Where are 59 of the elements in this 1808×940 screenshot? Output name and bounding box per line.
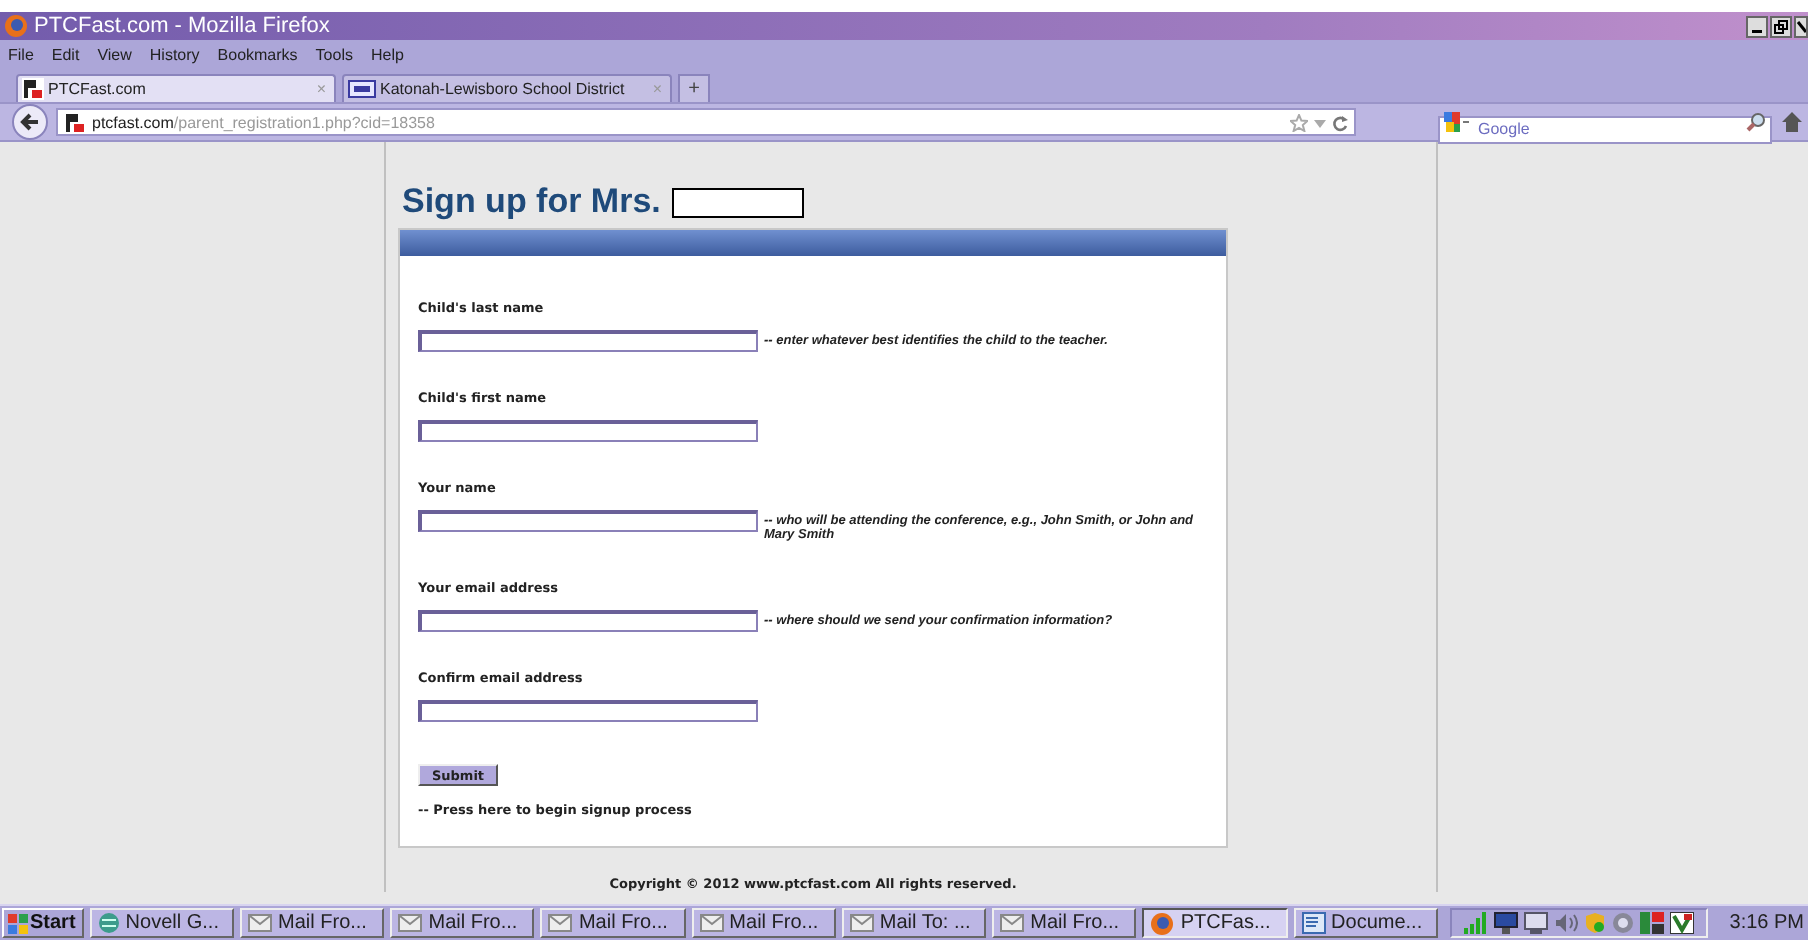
home-icon[interactable] — [1780, 110, 1804, 134]
browser-tab[interactable]: Katonah-Lewisboro School District × — [342, 74, 672, 102]
browser-tab[interactable]: PTCFast.com × — [16, 74, 336, 102]
menu-item[interactable]: Edit — [51, 45, 80, 63]
globe-icon — [97, 912, 120, 934]
firefox-icon — [4, 14, 28, 38]
envelope-icon — [1000, 914, 1025, 932]
envelope-icon — [849, 914, 874, 932]
taskbar-button[interactable]: Novell G... — [89, 908, 235, 938]
google-icon[interactable] — [1444, 112, 1470, 132]
address-bar[interactable]: ptcfast.com/parent_registration1.php?cid=18358 — [56, 108, 1356, 136]
flag-icon[interactable] — [1639, 912, 1664, 934]
close-icon[interactable] — [1794, 15, 1808, 37]
menu-item[interactable]: Help — [370, 45, 404, 63]
monitor-icon[interactable] — [1493, 912, 1518, 934]
input-field[interactable] — [418, 330, 758, 352]
input-field[interactable] — [418, 610, 758, 632]
menu-item[interactable]: File — [8, 45, 34, 63]
minimize-icon[interactable] — [1746, 15, 1768, 37]
star-icon[interactable] — [1290, 113, 1308, 131]
window-title: PTCFast.com - Mozilla Firefox — [34, 14, 330, 38]
taskbar-button[interactable]: PTCFas... — [1142, 908, 1288, 938]
app-icon[interactable] — [1669, 912, 1694, 934]
document-icon — [1301, 912, 1326, 934]
envelope-icon — [248, 914, 273, 932]
menu-item[interactable]: Tools — [315, 45, 353, 63]
page-heading: Sign up for Mrs. — [402, 182, 661, 222]
disc-icon[interactable] — [1611, 912, 1634, 934]
windows-logo-icon — [8, 913, 28, 933]
menu-item[interactable]: Bookmarks — [217, 45, 298, 63]
reload-icon[interactable] — [1332, 113, 1348, 131]
computer-icon[interactable] — [1523, 912, 1548, 934]
search-icon[interactable] — [1746, 112, 1766, 132]
input-field[interactable] — [418, 700, 758, 722]
ptc-logo-icon — [64, 111, 86, 133]
back-button-icon[interactable] — [12, 104, 48, 140]
taskbar-button[interactable]: Mail To: ... — [841, 908, 987, 938]
school-logo-icon — [348, 80, 376, 98]
redaction-box — [672, 187, 805, 217]
firefox-icon — [1150, 911, 1175, 935]
taskbar-button[interactable]: Mail Fro... — [240, 908, 385, 938]
input-field[interactable] — [418, 420, 758, 442]
input-field[interactable] — [418, 510, 758, 532]
new-tab-button[interactable]: + — [678, 74, 710, 102]
taskbar-button[interactable]: Mail Fro... — [691, 908, 836, 938]
taskbar-button[interactable]: Mail Fro... — [540, 908, 686, 938]
envelope-icon — [699, 914, 724, 932]
envelope-icon — [398, 914, 423, 932]
ptc-logo-icon — [22, 78, 44, 100]
taskbar-button[interactable]: Docume... — [1293, 908, 1438, 938]
envelope-icon — [548, 914, 573, 932]
menu-item[interactable]: View — [97, 45, 132, 63]
start-button[interactable]: Start — [2, 908, 84, 938]
taskbar-button[interactable]: Mail Fro... — [992, 908, 1137, 938]
restore-icon[interactable] — [1770, 15, 1792, 37]
menu-item[interactable]: History — [149, 45, 200, 63]
taskbar-button[interactable]: Mail Fro... — [390, 908, 535, 938]
clock-text: 3:16 PM — [1729, 912, 1805, 934]
search-field[interactable]: Google — [1438, 115, 1772, 143]
